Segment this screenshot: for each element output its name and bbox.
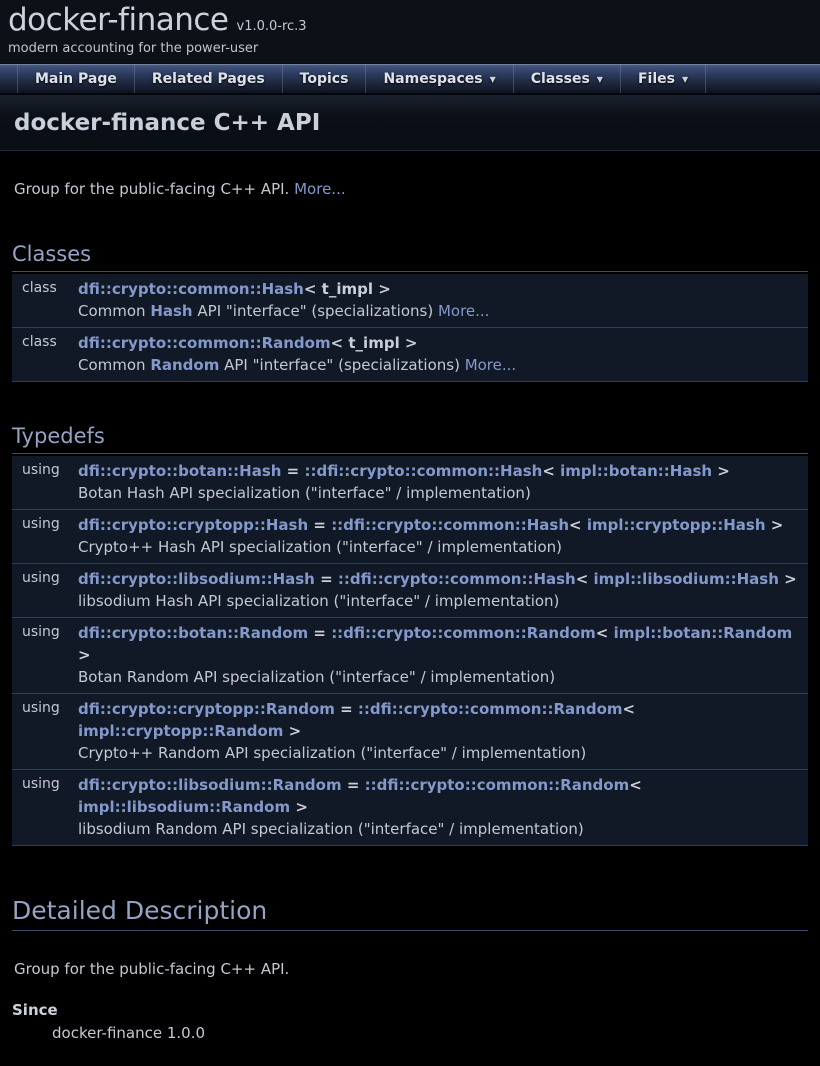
member-name: dfi::crypto::common::Hash< t_impl > (78, 278, 808, 300)
title-area: docker-finance v1.0.0-rc.3 modern account… (0, 0, 820, 63)
table-row: using dfi::crypto::botan::Hash = ::dfi::… (12, 456, 808, 510)
member-description: Common Random API "interface" (specializ… (78, 354, 808, 376)
member-name: dfi::crypto::botan::Random = ::dfi::cryp… (78, 622, 808, 666)
nav-tab-classes[interactable]: Classes▼ (514, 64, 621, 93)
member-kind: using (12, 460, 78, 504)
typedefs-table: using dfi::crypto::botan::Hash = ::dfi::… (12, 456, 808, 846)
typedef-link[interactable]: dfi::crypto::cryptopp::Random (78, 700, 335, 718)
more-link[interactable]: More... (465, 356, 517, 374)
class-link[interactable]: dfi::crypto::common::Random (78, 334, 331, 352)
member-name: dfi::crypto::botan::Hash = ::dfi::crypto… (78, 460, 808, 482)
typedef-impl-link[interactable]: impl::botan::Hash (560, 462, 712, 480)
table-row: class dfi::crypto::common::Random< t_imp… (12, 328, 808, 382)
class-link[interactable]: dfi::crypto::common::Hash (78, 280, 304, 298)
page-contents: Group for the public-facing C++ API. Mor… (0, 178, 820, 1066)
project-name: docker-finance (8, 2, 229, 38)
member-description: Botan Hash API specialization ("interfac… (78, 482, 808, 504)
typedef-impl-link[interactable]: impl::botan::Random (614, 624, 793, 642)
since-value: docker-finance 1.0.0 (52, 1024, 808, 1042)
table-row: using dfi::crypto::libsodium::Hash = ::d… (12, 564, 808, 618)
nav-tab-topics[interactable]: Topics (283, 64, 367, 93)
member-description: Botan Random API specialization ("interf… (78, 666, 808, 688)
table-row: using dfi::crypto::botan::Random = ::dfi… (12, 618, 808, 694)
classes-table: class dfi::crypto::common::Hash< t_impl … (12, 274, 808, 382)
class-desc-link[interactable]: Random (150, 356, 219, 374)
typedef-target-link[interactable]: ::dfi::crypto::common::Hash (338, 570, 576, 588)
summary-text: Group for the public-facing C++ API. (14, 180, 289, 198)
member-kind: using (12, 568, 78, 612)
detailed-description-heading: Detailed Description (12, 896, 808, 931)
table-row: class dfi::crypto::common::Hash< t_impl … (12, 274, 808, 328)
typedef-impl-link[interactable]: impl::cryptopp::Random (78, 722, 283, 740)
project-version: v1.0.0-rc.3 (237, 19, 307, 34)
member-kind: using (12, 774, 78, 840)
since-label: Since (12, 1001, 808, 1019)
since-block: Since docker-finance 1.0.0 (12, 1001, 808, 1042)
member-name: dfi::crypto::libsodium::Random = ::dfi::… (78, 774, 808, 818)
member-name: dfi::crypto::cryptopp::Random = ::dfi::c… (78, 698, 808, 742)
main-nav: Main Page Related Pages Topics Namespace… (0, 63, 820, 95)
typedef-target-link[interactable]: ::dfi::crypto::common::Random (365, 776, 630, 794)
typedef-impl-link[interactable]: impl::libsodium::Random (78, 798, 290, 816)
nav-tab-main-page[interactable]: Main Page (17, 64, 135, 93)
chevron-down-icon: ▼ (597, 75, 603, 84)
member-description: Crypto++ Random API specialization ("int… (78, 742, 808, 764)
member-description: libsodium Random API specialization ("in… (78, 818, 808, 840)
chevron-down-icon: ▼ (490, 75, 496, 84)
more-link[interactable]: More... (294, 180, 346, 198)
nav-tab-related-pages[interactable]: Related Pages (135, 64, 283, 93)
member-description: libsodium Hash API specialization ("inte… (78, 590, 808, 612)
nav-tab-files[interactable]: Files▼ (621, 64, 706, 93)
member-description: Crypto++ Hash API specialization ("inter… (78, 536, 808, 558)
typedef-link[interactable]: dfi::crypto::libsodium::Random (78, 776, 342, 794)
nav-tab-namespaces[interactable]: Namespaces▼ (366, 64, 513, 93)
table-row: using dfi::crypto::cryptopp::Hash = ::df… (12, 510, 808, 564)
page-header: docker-finance v1.0.0-rc.3 modern account… (0, 0, 820, 95)
typedefs-heading: Typedefs (12, 424, 808, 454)
member-kind: using (12, 698, 78, 764)
table-row: using dfi::crypto::libsodium::Random = :… (12, 770, 808, 846)
typedef-link[interactable]: dfi::crypto::libsodium::Hash (78, 570, 315, 588)
chevron-down-icon: ▼ (682, 75, 688, 84)
typedef-target-link[interactable]: ::dfi::crypto::common::Random (331, 624, 596, 642)
member-kind: using (12, 622, 78, 688)
typedef-impl-link[interactable]: impl::cryptopp::Hash (587, 516, 766, 534)
typedef-target-link[interactable]: ::dfi::crypto::common::Random (358, 700, 623, 718)
typedef-target-link[interactable]: ::dfi::crypto::common::Hash (331, 516, 569, 534)
typedef-impl-link[interactable]: impl::libsodium::Hash (594, 570, 779, 588)
group-summary: Group for the public-facing C++ API. Mor… (14, 178, 806, 200)
member-name: dfi::crypto::common::Random< t_impl > (78, 332, 808, 354)
member-description: Common Hash API "interface" (specializat… (78, 300, 808, 322)
table-row: using dfi::crypto::cryptopp::Random = ::… (12, 694, 808, 770)
typedef-target-link[interactable]: ::dfi::crypto::common::Hash (304, 462, 542, 480)
typedef-link[interactable]: dfi::crypto::botan::Random (78, 624, 308, 642)
typedef-link[interactable]: dfi::crypto::cryptopp::Hash (78, 516, 308, 534)
member-name: dfi::crypto::cryptopp::Hash = ::dfi::cry… (78, 514, 808, 536)
member-kind: class (12, 278, 78, 322)
class-desc-link[interactable]: Hash (150, 302, 192, 320)
page-title-bar: docker-finance C++ API (0, 95, 820, 151)
more-link[interactable]: More... (438, 302, 490, 320)
member-kind: using (12, 514, 78, 558)
member-kind: class (12, 332, 78, 376)
typedef-link[interactable]: dfi::crypto::botan::Hash (78, 462, 281, 480)
project-brief: modern accounting for the power-user (8, 41, 820, 56)
classes-heading: Classes (12, 242, 808, 272)
member-name: dfi::crypto::libsodium::Hash = ::dfi::cr… (78, 568, 808, 590)
page-title: docker-finance C++ API (14, 110, 320, 136)
detailed-description-text: Group for the public-facing C++ API. (14, 958, 806, 980)
